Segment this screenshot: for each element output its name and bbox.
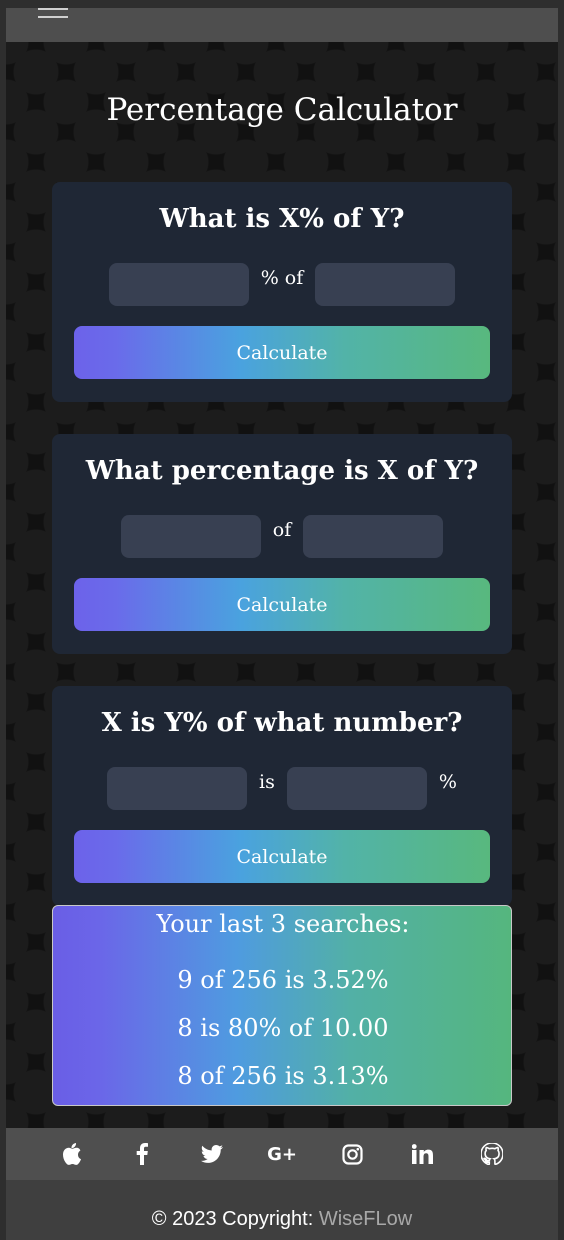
calc-title: What is X% of Y? bbox=[159, 204, 405, 234]
history-item: 8 of 256 is 3.13% bbox=[177, 1062, 389, 1090]
page-title: Percentage Calculator bbox=[106, 92, 458, 128]
twitter-icon[interactable] bbox=[177, 1128, 247, 1180]
calc-title: What percentage is X of Y? bbox=[85, 456, 479, 486]
x-percent-input[interactable] bbox=[108, 262, 249, 306]
calculate-button[interactable]: Calculate bbox=[74, 326, 490, 379]
main-content: Percentage Calculator What is X% of Y? %… bbox=[6, 42, 558, 1128]
google-plus-icon[interactable]: G+ bbox=[247, 1128, 317, 1180]
y-percent-input[interactable] bbox=[286, 766, 427, 810]
github-icon[interactable] bbox=[457, 1128, 527, 1180]
history-title: Your last 3 searches: bbox=[156, 910, 410, 938]
top-navbar bbox=[6, 8, 558, 42]
facebook-icon[interactable] bbox=[107, 1128, 177, 1180]
calc-inputs: of bbox=[52, 514, 512, 558]
calc-title: X is Y% of what number? bbox=[101, 708, 463, 738]
copyright-text: © 2023 Copyright: bbox=[151, 1208, 319, 1230]
frame-edge-right bbox=[558, 0, 564, 1240]
top-strip bbox=[0, 0, 564, 8]
y-value-input[interactable] bbox=[315, 262, 456, 306]
footer-copyright: © 2023 Copyright: WiseFLow bbox=[6, 1180, 558, 1240]
x-value-input[interactable] bbox=[120, 514, 261, 558]
calc-card-what-percentage: What percentage is X of Y? of Calculate bbox=[52, 434, 512, 654]
hamburger-menu-icon[interactable] bbox=[38, 8, 68, 24]
calculate-button[interactable]: Calculate bbox=[74, 578, 490, 631]
percent-label: % bbox=[438, 771, 457, 793]
footer-social-bar: G+ bbox=[6, 1128, 558, 1180]
calc-inputs: is % bbox=[52, 766, 512, 810]
linkedin-icon[interactable] bbox=[387, 1128, 457, 1180]
instagram-icon[interactable] bbox=[317, 1128, 387, 1180]
y-value-input[interactable] bbox=[303, 514, 444, 558]
history-item: 9 of 256 is 3.52% bbox=[177, 966, 389, 994]
separator-label: % of bbox=[260, 267, 304, 289]
app-frame: Percentage Calculator What is X% of Y? %… bbox=[0, 0, 564, 1240]
calc-inputs: % of bbox=[52, 262, 512, 306]
apple-icon[interactable] bbox=[37, 1128, 107, 1180]
history-item: 8 is 80% of 10.00 bbox=[177, 1014, 389, 1042]
brand-link[interactable]: WiseFLow bbox=[319, 1208, 412, 1230]
search-history-panel: Your last 3 searches: 9 of 256 is 3.52% … bbox=[52, 905, 512, 1106]
calculate-button[interactable]: Calculate bbox=[74, 830, 490, 883]
calc-card-x-is-y-percent: X is Y% of what number? is % Calculate bbox=[52, 686, 512, 906]
separator-label: is bbox=[259, 771, 275, 793]
x-value-input[interactable] bbox=[107, 766, 248, 810]
calc-card-x-percent-of-y: What is X% of Y? % of Calculate bbox=[52, 182, 512, 402]
separator-label: of bbox=[272, 519, 292, 541]
